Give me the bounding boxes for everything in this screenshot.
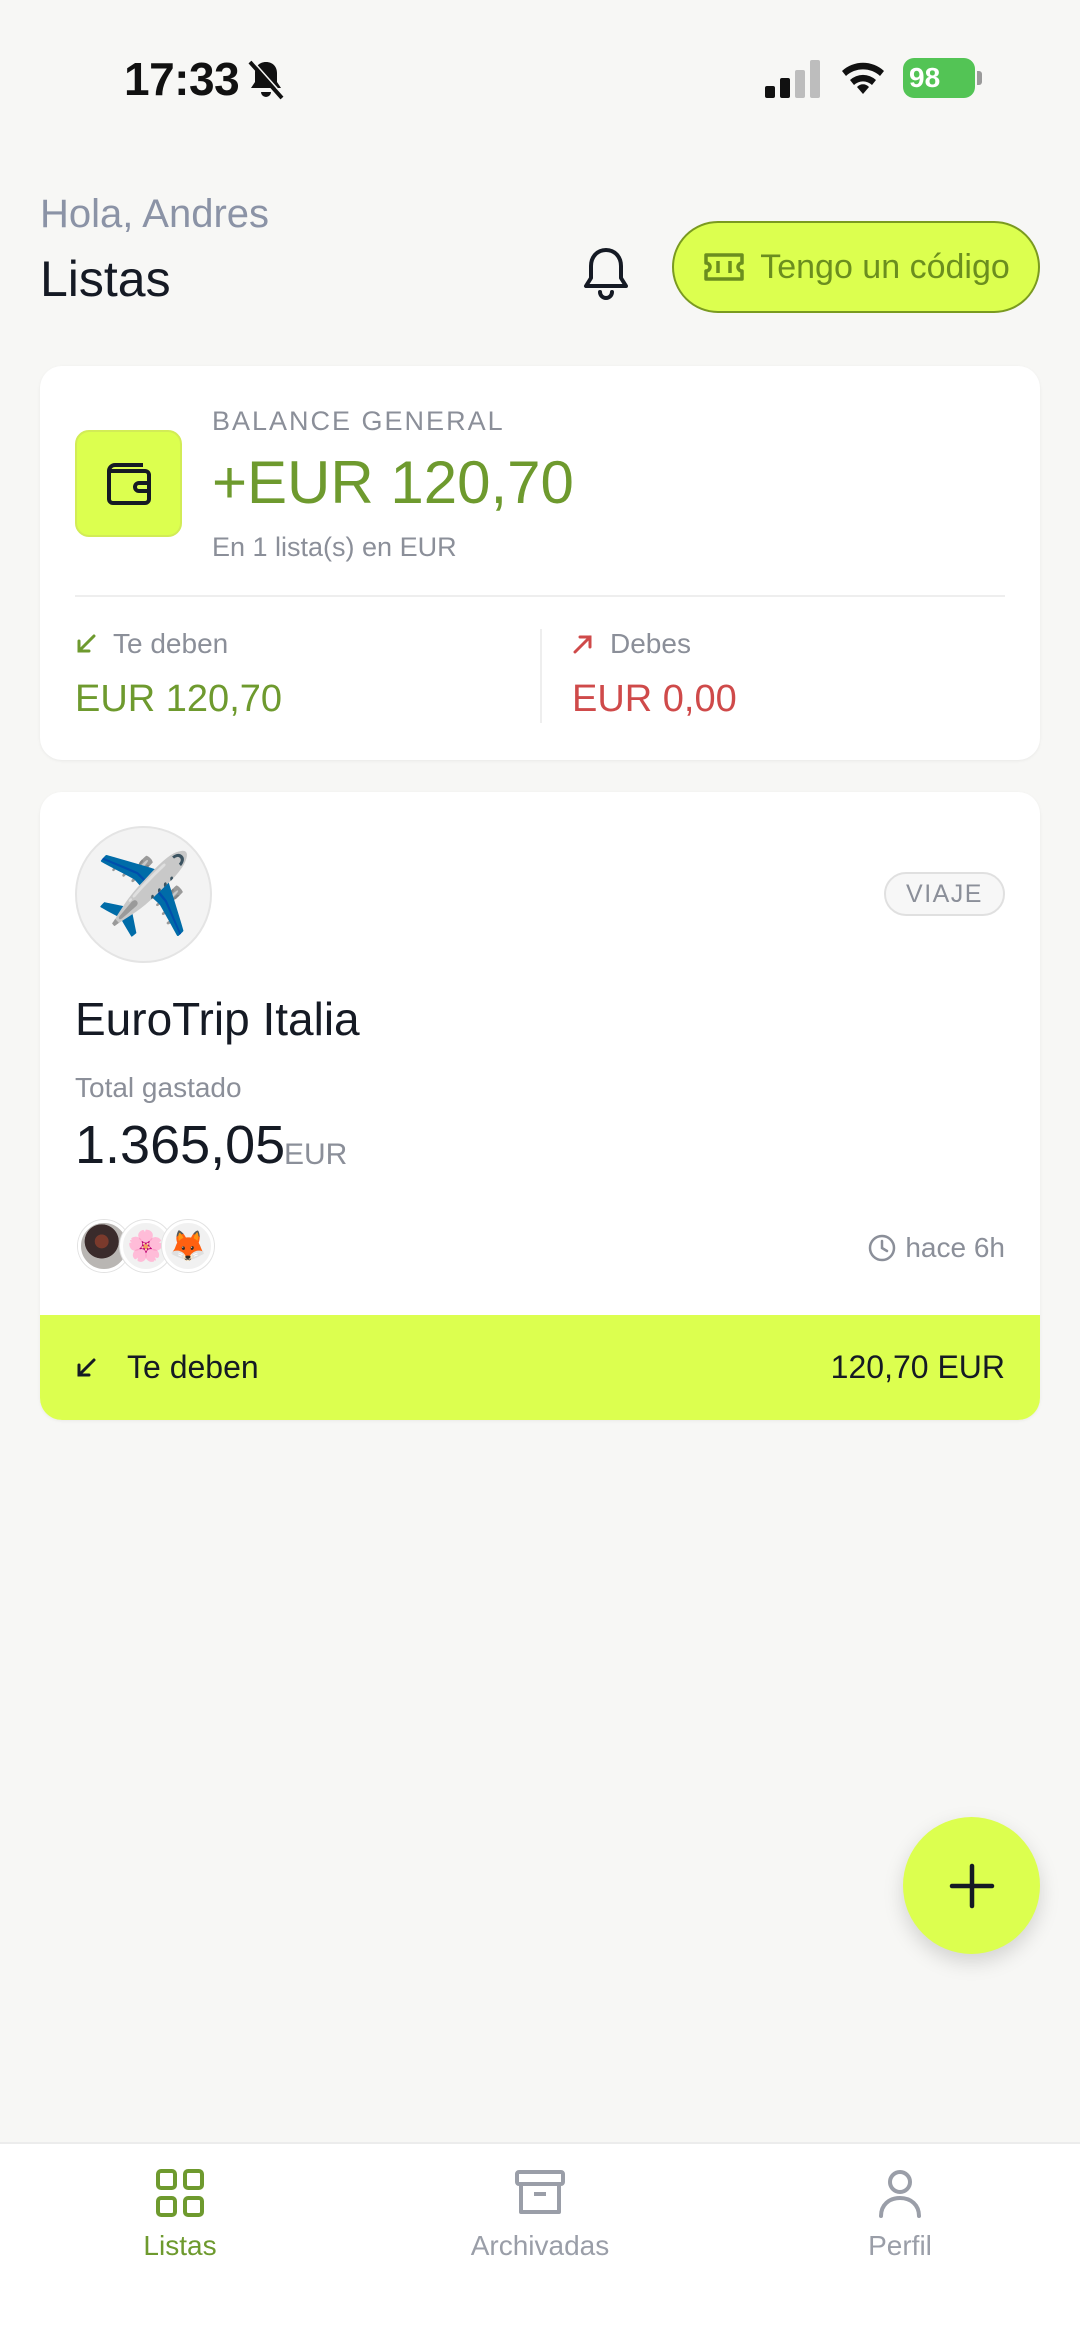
user-icon <box>879 2170 921 2218</box>
balance-label: BALANCE GENERAL <box>212 406 505 436</box>
add-list-button[interactable] <box>903 1817 1040 1954</box>
balance-subtitle: En 1 lista(s) en EUR <box>212 532 457 562</box>
notification-bell-icon[interactable] <box>578 244 634 304</box>
divider <box>75 595 1005 597</box>
category-tag: VIAJE <box>884 872 1005 916</box>
wallet-icon-box <box>75 430 182 537</box>
owed-to-you-label: Te deben <box>113 628 229 659</box>
page-title: Listas <box>40 251 171 307</box>
balance-card: BALANCE GENERAL +EUR 120,70 En 1 lista(s… <box>40 366 1040 760</box>
tab-perfil[interactable]: Perfil <box>800 2166 1000 2262</box>
owed-to-you-section: Te deben EUR 120,70 <box>75 628 282 721</box>
total-spent-currency: EUR <box>284 1138 348 1171</box>
last-update: hace 6h <box>867 1232 1005 1264</box>
archive-icon <box>515 2170 565 2214</box>
tab-label: Perfil <box>868 2230 932 2261</box>
cellular-signal-icon <box>765 60 820 98</box>
battery-level: 98 <box>903 58 975 98</box>
list-balance-footer: Te deben 120,70 EUR <box>40 1315 1040 1420</box>
wallet-icon <box>106 462 151 505</box>
bell-off-icon <box>248 59 285 100</box>
greeting: Hola, Andres <box>40 192 270 236</box>
total-spent-label: Total gastado <box>75 1072 242 1103</box>
battery-icon: 98 <box>903 58 983 98</box>
wifi-icon <box>842 62 884 94</box>
divider <box>540 629 542 723</box>
tab-label: Listas <box>143 2230 217 2261</box>
tab-label: Archivadas <box>470 2230 610 2261</box>
have-code-label: Tengo un código <box>760 247 1010 286</box>
list-balance-label: Te deben <box>127 1349 259 1385</box>
clock-icon <box>869 1234 896 1262</box>
grid-icon <box>156 2169 204 2217</box>
ticket-icon <box>704 253 744 281</box>
arrow-down-left-icon <box>77 634 96 653</box>
tab-listas[interactable]: Listas <box>80 2166 280 2262</box>
you-owe-label: Debes <box>610 628 691 659</box>
arrow-down-left-icon <box>77 1358 96 1376</box>
owed-to-you-amount: EUR 120,70 <box>75 678 283 720</box>
last-update-text: hace 6h <box>905 1232 1005 1263</box>
list-card[interactable]: ✈️ VIAJE EuroTrip Italia Total gastado 1… <box>40 792 1040 1420</box>
total-spent-amount: 1.365,05 <box>75 1115 286 1175</box>
bottom-tab-bar: Listas Archivadas Perfil <box>0 2142 1080 2347</box>
status-bar: 17:33 98 <box>0 0 1080 130</box>
have-code-button[interactable]: Tengo un código <box>672 221 1040 313</box>
you-owe-amount: EUR 0,00 <box>572 678 737 720</box>
member-avatars: 🌸 🦊 <box>78 1220 214 1274</box>
tab-archivadas[interactable]: Archivadas <box>440 2166 640 2262</box>
list-balance-amount: 120,70 EUR <box>830 1349 1005 1385</box>
status-time: 17:33 <box>124 53 240 105</box>
you-owe-section: Debes EUR 0,00 <box>572 628 737 721</box>
airplane-icon: ✈️ <box>75 826 212 963</box>
plus-icon <box>949 1863 994 1908</box>
list-name: EuroTrip Italia <box>75 993 360 1045</box>
avatar: 🦊 <box>162 1220 214 1272</box>
balance-amount: +EUR 120,70 <box>212 449 574 516</box>
arrow-up-right-icon <box>573 635 592 654</box>
